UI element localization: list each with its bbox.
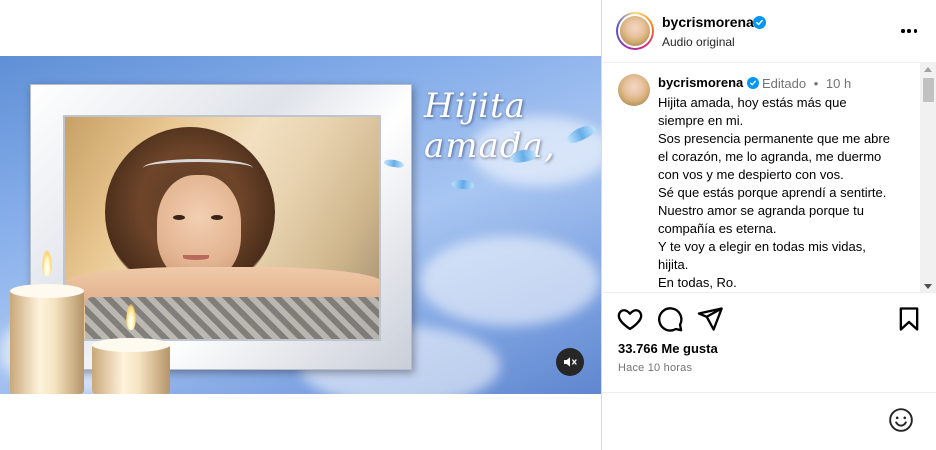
more-horizontal-icon — [901, 29, 905, 33]
candle-left — [10, 290, 84, 394]
action-bar — [602, 295, 936, 345]
verified-badge-icon — [747, 77, 759, 89]
post-media: Hijita amada, — [0, 0, 601, 450]
audio-label[interactable]: Audio original — [662, 35, 735, 49]
post-time[interactable]: Hace 10 horas — [618, 362, 692, 374]
caption-avatar[interactable] — [618, 74, 650, 106]
scroll-thumb[interactable] — [923, 78, 934, 102]
caption-line: siempre en mi. — [658, 113, 744, 128]
candle-left-top — [10, 284, 84, 298]
post-side-panel: bycrismorena Audio original bycrismorena… — [601, 0, 936, 450]
emoji-icon[interactable] — [888, 407, 914, 433]
photo-headband — [143, 159, 253, 177]
meta-separator: • — [813, 76, 819, 91]
bookmark-icon[interactable] — [895, 305, 923, 333]
post-header: bycrismorena Audio original — [602, 0, 936, 63]
photo-eye — [173, 215, 185, 220]
avatar — [618, 14, 652, 48]
flame-right — [126, 304, 136, 330]
comment-bar — [602, 392, 936, 450]
header-username[interactable]: bycrismorena — [662, 14, 754, 30]
flame-left — [42, 250, 52, 276]
mute-button[interactable] — [556, 348, 584, 376]
caption-line: el corazón, me lo agranda, me duermo — [658, 149, 882, 164]
share-icon[interactable] — [696, 305, 724, 333]
caption-age[interactable]: 10 h — [826, 76, 851, 91]
caption-line: compañía es eterna. — [658, 221, 777, 236]
caption-line: Y te voy a elegir en todas mis vidas, — [658, 239, 866, 254]
cloud — [420, 236, 600, 326]
caption-meta: Editado • 10 h — [762, 76, 851, 91]
caption-line: hijita. — [658, 257, 689, 272]
heart-icon[interactable] — [616, 305, 644, 333]
caption-section: bycrismorena Editado • 10 h Hijita amada… — [602, 63, 936, 293]
likes-count[interactable]: 33.766 Me gusta — [618, 341, 718, 356]
framed-photo — [63, 115, 381, 341]
scroll-up-arrow-icon[interactable] — [924, 67, 932, 72]
caption-line: Sos presencia permanente que me abre — [658, 131, 890, 146]
caption-text: Hijita amada, hoy estás más que siempre … — [658, 94, 913, 292]
candle-right-top — [92, 338, 170, 352]
photo-mouth — [183, 255, 209, 260]
caption-line: Hijita amada, hoy estás más que — [658, 95, 847, 110]
photo-face — [157, 175, 241, 281]
caption-line: Sé que estás porque aprendí a sentirte. — [658, 185, 887, 200]
caption-line: Nuestro amor se agranda porque tu — [658, 203, 864, 218]
story-ring[interactable] — [616, 12, 654, 50]
video-player[interactable]: Hijita amada, — [0, 56, 601, 394]
caption-username[interactable]: bycrismorena — [658, 75, 743, 90]
caption-line: con vos y me despierto con vos. — [658, 167, 844, 182]
more-horizontal-icon — [913, 29, 917, 33]
scroll-down-arrow-icon[interactable] — [924, 284, 932, 289]
caption-line: En todas, Ro. — [658, 275, 737, 290]
photo-frame — [30, 84, 412, 370]
photo-eye — [211, 215, 223, 220]
comment-icon[interactable] — [656, 305, 684, 333]
more-options-button[interactable] — [898, 20, 920, 42]
caption-scrollbar[interactable] — [920, 63, 936, 292]
muted-speaker-icon — [564, 357, 577, 367]
more-horizontal-icon — [907, 29, 911, 33]
instagram-post: Hijita amada, bycrismorena Audio origina… — [0, 0, 936, 450]
verified-badge-icon — [753, 16, 766, 29]
edited-label: Editado — [762, 76, 807, 91]
butterfly-icon — [451, 179, 475, 190]
